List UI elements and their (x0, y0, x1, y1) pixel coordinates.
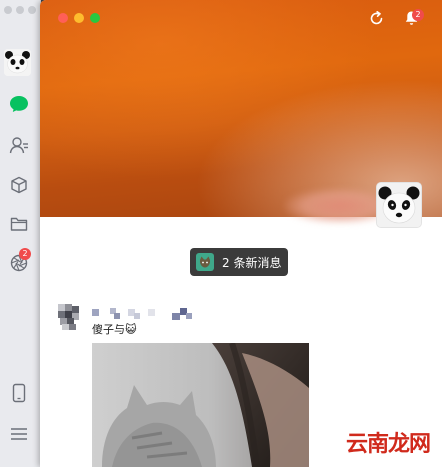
phone-icon (12, 383, 26, 403)
pixelated-avatar-icon (58, 304, 79, 330)
zoom-button[interactable] (90, 13, 100, 23)
profile-avatar[interactable] (376, 182, 422, 228)
notifications-button[interactable]: 2 (402, 9, 424, 27)
folder-icon (10, 217, 28, 231)
sidebar-item-mini-programs[interactable] (6, 172, 32, 198)
sidebar-item-phone[interactable] (6, 380, 32, 406)
post-author-avatar[interactable] (56, 304, 84, 332)
contacts-icon (9, 137, 28, 154)
moments-badge: 2 (19, 248, 31, 260)
sidebar: 2 (0, 0, 41, 467)
refresh-button[interactable] (367, 9, 385, 27)
sidebar-item-moments[interactable]: 2 (6, 248, 32, 276)
chat-bubble-icon (10, 96, 28, 112)
sidebar-item-files[interactable] (6, 211, 32, 237)
post-photo[interactable] (92, 343, 309, 467)
traffic-lights (58, 13, 100, 23)
post-caption: 傻子与 (92, 323, 125, 336)
watermark-text: 云南龙网 (346, 431, 431, 457)
sidebar-item-chat[interactable] (6, 91, 32, 117)
minimize-button[interactable] (74, 13, 84, 23)
sidebar-item-contacts[interactable] (6, 132, 32, 158)
cat-emoji: 😺 (125, 323, 137, 336)
cube-icon (11, 176, 27, 194)
cat-avatar-icon (199, 256, 211, 268)
post-author-name-pixelated[interactable] (92, 306, 196, 320)
new-messages-button[interactable]: 2 条新消息 (190, 248, 288, 276)
message-thumb (196, 253, 214, 271)
close-button[interactable] (58, 13, 68, 23)
inactive-traffic-lights (4, 6, 36, 14)
post-text: 傻子与😺 (92, 321, 136, 337)
pixelated-name-icon (92, 308, 192, 320)
refresh-icon (370, 10, 382, 24)
panda-avatar-icon (4, 49, 31, 76)
menu-icon (11, 428, 27, 440)
notification-badge: 2 (412, 9, 424, 21)
my-avatar[interactable] (4, 49, 31, 76)
panda-avatar-icon (377, 183, 421, 227)
cat-and-person-photo-icon (92, 343, 309, 467)
sidebar-item-menu[interactable] (6, 421, 32, 447)
moments-window: 2 2 条新消息 傻子与😺 云南龙网 (40, 0, 442, 467)
new-messages-label: 2 条新消息 (222, 255, 282, 270)
watermark: 云南龙网 新闻 (346, 422, 442, 462)
